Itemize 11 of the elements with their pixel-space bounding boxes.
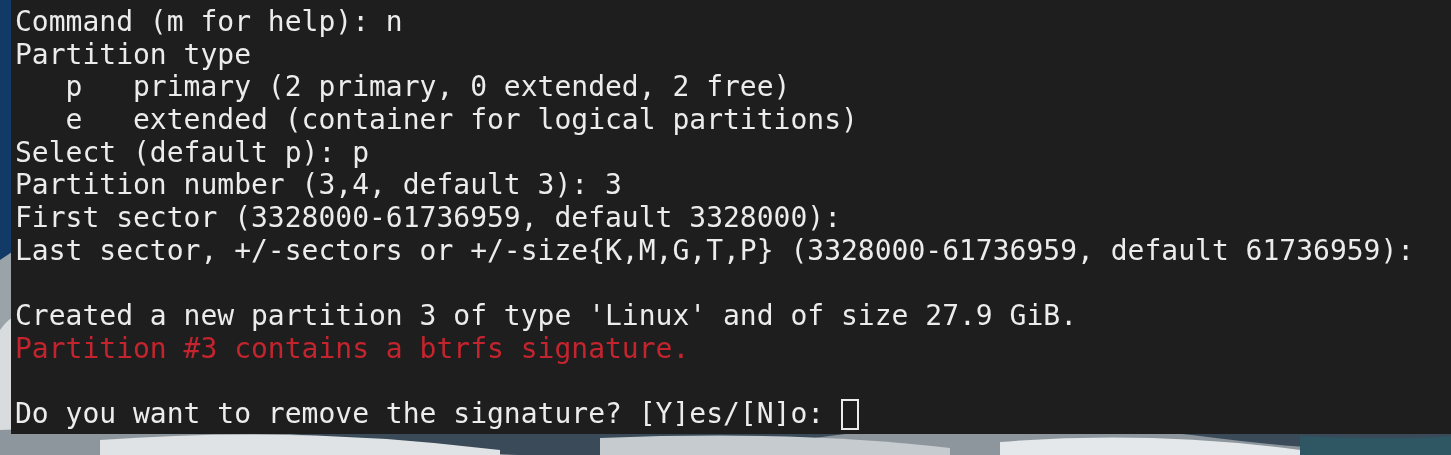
terminal-line: p primary (2 primary, 0 extended, 2 free) bbox=[64, 71, 791, 105]
terminal-line: Partition number (3,4, default 3): 3 bbox=[15, 169, 622, 203]
terminal-line: Created a new partition 3 of type 'Linux' and of size 27.9 GiB. bbox=[15, 300, 1078, 333]
terminal-line: e extended (container for logical partitions) bbox=[64, 104, 858, 137]
error-line: Partition #3 contains a btrfs signature. bbox=[15, 332, 690, 366]
terminal-line: Partition type bbox=[15, 38, 251, 72]
terminal-line: First sector (3328000-61736959, default 3328000): bbox=[15, 202, 841, 235]
terminal-line: Select (default p): p bbox=[15, 136, 369, 170]
prompt-line: Do you want to remove the signature? [Y]es/[N]o: bbox=[15, 398, 826, 431]
terminal-line: Command (m for help): n bbox=[15, 6, 403, 39]
terminal-line: Last sector, +/-sectors or +/-size{K,M,G,T,P} (3328000-61736959, default 61736959): bbox=[15, 234, 1415, 268]
